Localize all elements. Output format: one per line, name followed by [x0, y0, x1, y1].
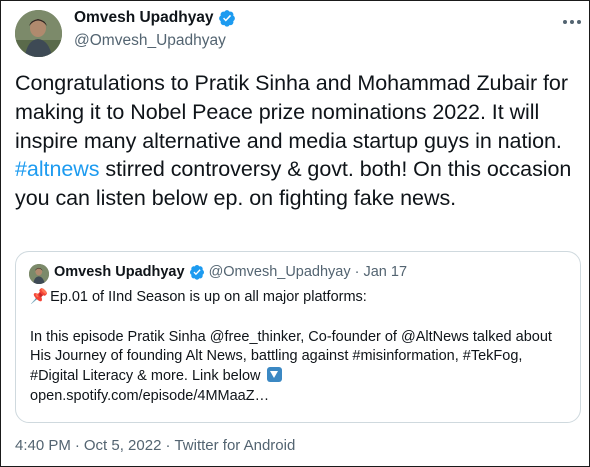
quoted-line-1-text: Ep.01 of IInd Season is up on all major …: [50, 289, 367, 305]
verified-badge-icon: [218, 10, 235, 27]
pushpin-icon: 📌: [30, 289, 49, 305]
quoted-author-handle[interactable]: @Omvesh_Upadhyay: [209, 264, 351, 280]
author-name-row[interactable]: Omvesh Upadhyay: [74, 9, 236, 27]
quoted-verified-badge-icon: [189, 265, 204, 280]
meta-separator: ·: [165, 437, 171, 454]
quoted-author-name[interactable]: Omvesh Upadhyay: [54, 264, 185, 280]
tweet-date[interactable]: Oct 5, 2022: [84, 437, 162, 454]
quoted-header: Omvesh Upadhyay @Omvesh_Upadhyay · Jan 1…: [54, 264, 407, 280]
author-avatar[interactable]: [15, 10, 62, 57]
quoted-separator: ·: [354, 264, 360, 280]
tweet-text-part2: stirred controversy & govt. both! On thi…: [15, 157, 572, 211]
quoted-date[interactable]: Jan 17: [363, 264, 407, 280]
more-dot: [563, 20, 567, 24]
quoted-line-4-text: #Digital Literacy & more. Link below: [30, 368, 265, 385]
more-options-icon[interactable]: [557, 9, 587, 35]
down-arrow-icon: [266, 367, 282, 383]
quoted-line-2: In this episode Pratik Sinha @free_think…: [30, 328, 552, 345]
avatar-photo-icon: [15, 10, 62, 57]
quoted-text: 📌 Ep.01 of IInd Season is up on all major…: [30, 288, 575, 407]
quoted-author-avatar[interactable]: [29, 264, 49, 284]
hashtag-link[interactable]: #altnews: [15, 157, 100, 181]
quoted-line-4: #Digital Literacy & more. Link below: [30, 367, 575, 387]
more-dot: [577, 20, 581, 24]
tweet-metadata: 4:40 PM · Oct 5, 2022 · Twitter for Android: [15, 437, 295, 454]
tweet-text: Congratulations to Pratik Sinha and Moha…: [15, 69, 587, 213]
author-name[interactable]: Omvesh Upadhyay: [74, 9, 214, 27]
quoted-line-3: His Journey of founding Alt News, battli…: [30, 348, 523, 365]
quoted-tweet[interactable]: Omvesh Upadhyay @Omvesh_Upadhyay · Jan 1…: [15, 251, 581, 423]
tweet-card: Omvesh Upadhyay @Omvesh_Upadhyay Congrat…: [0, 0, 590, 467]
tweet-text-part1: Congratulations to Pratik Sinha and Moha…: [15, 71, 568, 153]
quoted-line-1: 📌 Ep.01 of IInd Season is up on all major…: [30, 288, 575, 308]
tweet-time[interactable]: 4:40 PM: [15, 437, 71, 454]
author-handle[interactable]: @Omvesh_Upadhyay: [74, 32, 226, 50]
more-dot: [570, 20, 574, 24]
quoted-avatar-photo-icon: [29, 264, 49, 284]
tweet-source[interactable]: Twitter for Android: [174, 437, 295, 454]
quoted-link: open.spotify.com/episode/4MMaaZ…: [30, 387, 270, 404]
meta-separator: ·: [74, 437, 80, 454]
quoted-blank-line: [30, 308, 575, 328]
